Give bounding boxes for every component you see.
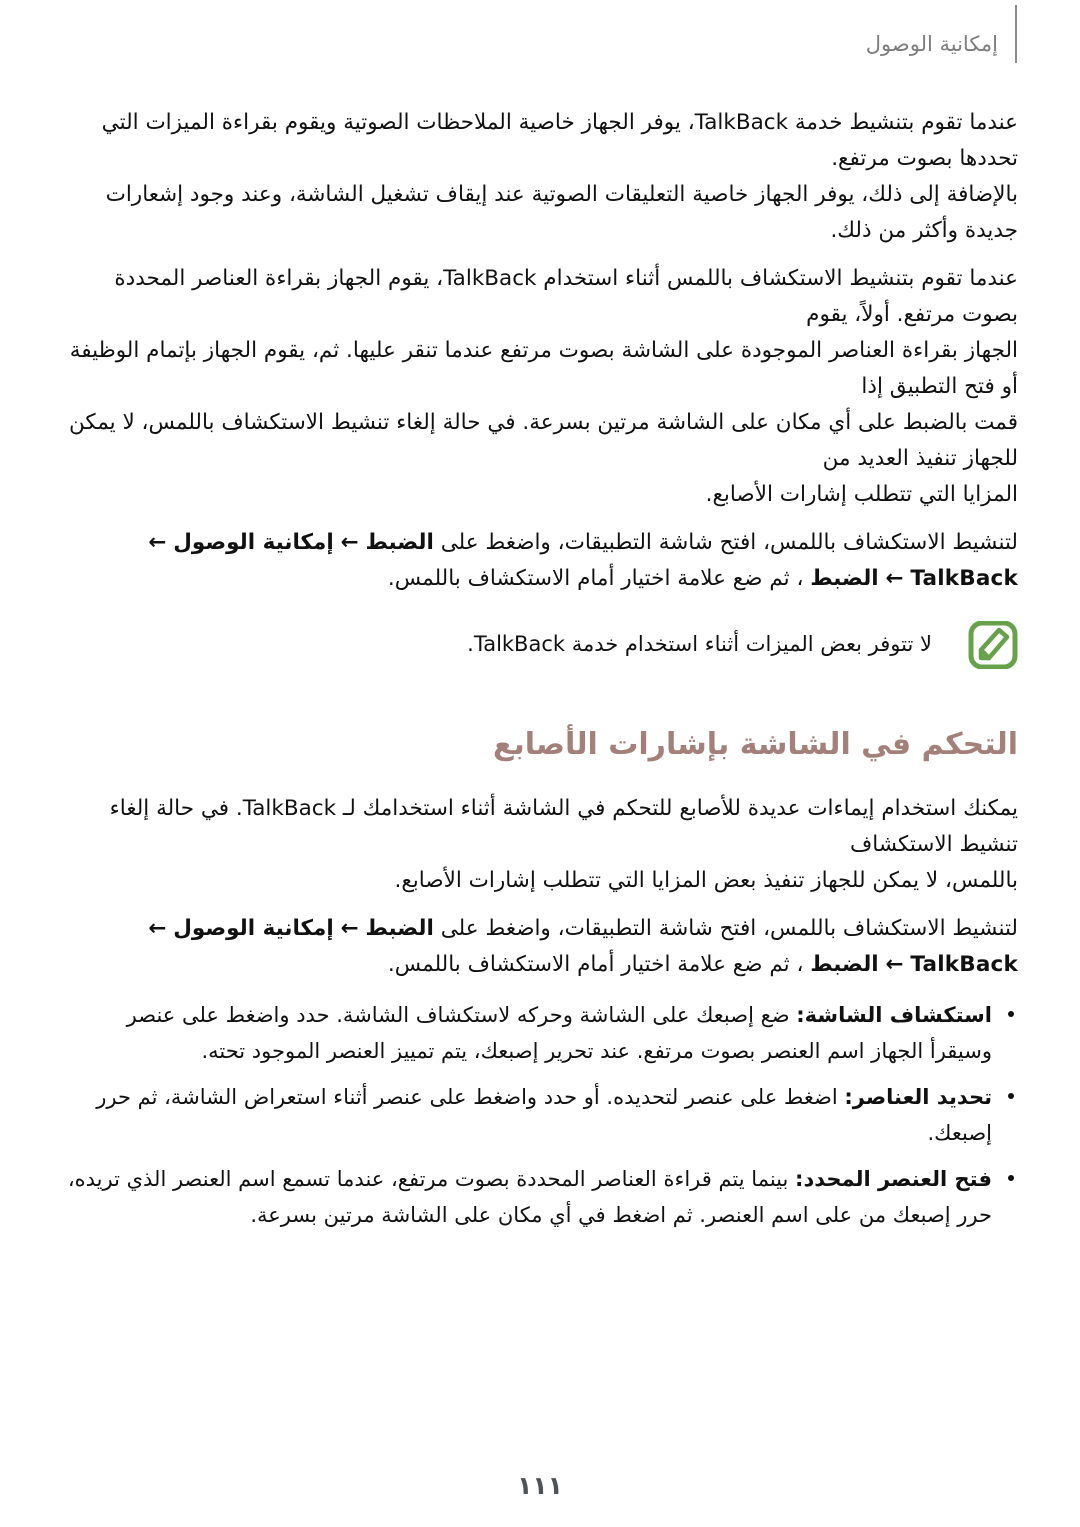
note-text: لا تتوفر بعض الميزات أثناء استخدام خدمة … [467,632,932,656]
gesture-bullet-list: استكشاف الشاشة: ضع إصبعك على الشاشة وحرك… [62,997,1018,1233]
bullet-label: فتح العنصر المحدد: [795,1167,992,1191]
nav-arrow-icon: ← [885,566,904,591]
bullet-dot-icon [1008,1011,1014,1017]
paragraph-line: عندما تقوم بتنشيط الاستكشاف باللمس أثناء… [114,266,1018,327]
nav-step-talkback[interactable]: TalkBack [910,952,1018,977]
nav-path-explore-by-touch: لتنشيط الاستكشاف باللمس، افتح شاشة التطب… [62,525,1018,597]
page-content: عندما تقوم بتنشيط خدمة TalkBack، يوفر ال… [62,105,1018,1243]
bullet-dot-icon [1008,1175,1014,1181]
header-chapter-title: إمكانية الوصول [865,32,998,56]
nav-step-talkback[interactable]: TalkBack [910,566,1018,591]
paragraph-line: الجهاز بقراءة العناصر الموجودة على الشاش… [69,338,1018,399]
nav-step-settings-2[interactable]: الضبط [810,952,878,977]
bullet-label: استكشاف الشاشة: [796,1003,992,1027]
nav-path-gestures: لتنشيط الاستكشاف باللمس، افتح شاشة التطب… [62,911,1018,983]
paragraph-line: عندما تقوم بتنشيط خدمة TalkBack، يوفر ال… [101,110,1018,171]
nav-arrow-icon: ← [340,916,359,941]
nav-arrow-icon: ← [148,916,167,941]
header-divider-rule [1015,5,1017,63]
nav-path-tail: ، ثم ضع علامة اختيار أمام الاستكشاف بالل… [387,952,804,977]
nav-step-settings[interactable]: الضبط [365,916,433,941]
bullet-dot-icon [1008,1093,1014,1099]
list-item: فتح العنصر المحدد: بينما يتم قراءة العنا… [62,1161,1018,1233]
paragraph-line: يمكنك استخدام إيماءات عديدة للأصابع للتح… [109,796,1018,857]
paragraph-talkback-intro: عندما تقوم بتنشيط خدمة TalkBack، يوفر ال… [62,105,1018,249]
paragraph-line: المزايا التي تتطلب إشارات الأصابع. [705,482,1018,507]
nav-step-settings[interactable]: الضبط [365,530,433,555]
bullet-label: تحديد العناصر: [844,1085,992,1109]
nav-step-accessibility[interactable]: إمكانية الوصول [173,916,333,941]
nav-arrow-icon: ← [340,530,359,555]
nav-path-lead: لتنشيط الاستكشاف باللمس، افتح شاشة التطب… [440,530,1018,555]
list-item: تحديد العناصر: اضغط على عنصر لتحديده. أو… [62,1079,1018,1151]
nav-path-lead: لتنشيط الاستكشاف باللمس، افتح شاشة التطب… [440,916,1018,941]
note-box: لا تتوفر بعض الميزات أثناء استخدام خدمة … [62,619,1018,677]
nav-step-settings-2[interactable]: الضبط [810,566,878,591]
document-page: إمكانية الوصول عندما تقوم بتنشيط خدمة Ta… [0,0,1080,1527]
paragraph-line: باللمس، لا يمكن للجهاز تنفيذ بعض المزايا… [394,868,1018,893]
page-number: ١١١ [517,1471,563,1500]
paragraph-line: بالإضافة إلى ذلك، يوفر الجهاز خاصية التع… [105,182,1018,243]
section-heading-finger-gestures: التحكم في الشاشة بإشارات الأصابع [492,727,1018,762]
paragraph-finger-gestures-intro: يمكنك استخدام إيماءات عديدة للأصابع للتح… [62,791,1018,899]
nav-path-tail: ، ثم ضع علامة اختيار أمام الاستكشاف بالل… [387,566,804,591]
paragraph-explore-by-touch: عندما تقوم بتنشيط الاستكشاف باللمس أثناء… [62,261,1018,513]
nav-step-accessibility[interactable]: إمكانية الوصول [173,530,333,555]
nav-arrow-icon: ← [885,952,904,977]
page-header: إمكانية الوصول [0,0,1080,72]
note-pencil-icon [968,620,1018,670]
nav-arrow-icon: ← [148,530,167,555]
list-item: استكشاف الشاشة: ضع إصبعك على الشاشة وحرك… [62,997,1018,1069]
paragraph-line: قمت بالضبط على أي مكان على الشاشة مرتين … [68,410,1018,471]
